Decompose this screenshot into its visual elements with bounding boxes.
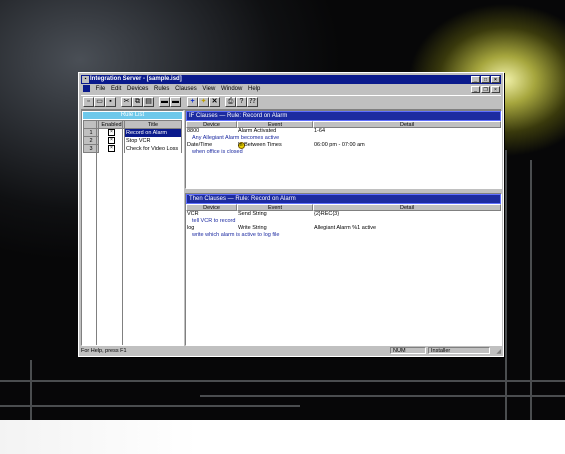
title-bar[interactable]: ▪ Integration Server - [sample.isd] _ □ … <box>81 75 501 84</box>
status-bar: For Help, press F1 NUM Installer ◢ <box>81 347 501 355</box>
star-icon[interactable]: ✦ <box>198 97 209 107</box>
bottom-white-band <box>0 420 565 454</box>
clause-device: VCR <box>187 211 199 217</box>
column-divider <box>96 120 97 345</box>
then-clauses-title: Then Clauses — Rule: Record on Alarm <box>186 194 501 204</box>
resize-grip-icon[interactable]: ◢ <box>496 348 501 356</box>
clause-event: Alarm Activated <box>238 128 277 134</box>
clause-detail: 06:00 pm - 07:00 am <box>314 142 365 148</box>
device-icon[interactable]: ▬ <box>159 97 170 107</box>
menu-file[interactable]: File <box>96 86 106 92</box>
menu-clauses[interactable]: Clauses <box>175 86 197 92</box>
then-clauses-pane: Then Clauses — Rule: Record on Alarm Dev… <box>185 193 502 346</box>
column-divider <box>122 120 123 345</box>
clause-note: when office is closed <box>192 149 243 155</box>
clause-note: tell VCR to record <box>192 218 236 224</box>
enabled-checkbox[interactable]: × <box>108 129 115 137</box>
context-help-icon[interactable]: ⁇ <box>247 97 258 107</box>
menu-devices[interactable]: Devices <box>127 86 148 92</box>
window-title: Integration Server - [sample.isd] <box>90 76 182 82</box>
table-row[interactable]: Date/Time In Between Times 06:00 pm - 07… <box>186 142 501 149</box>
table-row[interactable]: 1 × Record on Alarm <box>83 128 182 137</box>
status-help-text: For Help, press F1 <box>81 348 127 354</box>
circuit-trace <box>200 395 565 397</box>
rule-title[interactable]: Stop VCR <box>124 136 182 145</box>
circuit-trace <box>530 160 532 420</box>
mdi-minimize-button[interactable]: _ <box>471 86 480 93</box>
rule-title[interactable]: Check for Video Loss <box>124 144 182 153</box>
circuit-trace <box>0 380 565 382</box>
rule-icon[interactable]: ▬ <box>170 97 181 107</box>
help-icon[interactable]: ? <box>236 97 247 107</box>
clause-device: log <box>187 225 195 231</box>
paste-icon[interactable]: ▤ <box>143 97 154 107</box>
mdi-restore-button[interactable]: ❐ <box>481 86 490 93</box>
circuit-trace <box>0 405 300 407</box>
save-icon[interactable]: ▪ <box>105 97 116 107</box>
table-row[interactable]: log Write String Allegiant Alarm %1 acti… <box>186 225 501 232</box>
maximize-button[interactable]: □ <box>481 76 490 83</box>
circuit-trace <box>505 150 507 420</box>
app-icon[interactable]: ▪ <box>82 76 89 83</box>
clause-note: Any Allegiant Alarm becomes active <box>192 135 280 141</box>
rule-list-title: Rule List <box>83 112 182 119</box>
if-col-event[interactable]: Event <box>237 121 313 128</box>
menu-view[interactable]: View <box>202 86 215 92</box>
menu-help[interactable]: Help <box>248 86 260 92</box>
menu-window[interactable]: Window <box>221 86 242 92</box>
clause-note: write which alarm is active to log file <box>192 232 280 238</box>
copy-icon[interactable]: ⧉ <box>132 97 143 107</box>
clause-device: 8800 <box>187 128 200 134</box>
rule-list-pane: Rule List Enabled Title 1 × Record on Al… <box>81 110 184 346</box>
menu-edit[interactable]: Edit <box>111 86 121 92</box>
if-col-device[interactable]: Device <box>186 121 237 128</box>
print-icon[interactable]: ⎙ <box>225 97 236 107</box>
clause-event: In Between Times <box>238 142 282 148</box>
clause-event: Send String <box>238 211 267 217</box>
cut-icon[interactable]: ✂ <box>121 97 132 107</box>
rule-col-title[interactable]: Title <box>124 120 182 129</box>
if-clauses-title: IF Clauses — Rule: Record on Alarm <box>186 111 501 121</box>
rule-list-table: Enabled Title 1 × Record on Alarm 2 × St… <box>83 120 182 153</box>
rule-col-enabled[interactable]: Enabled <box>98 120 125 129</box>
rule-title[interactable]: Record on Alarm <box>124 128 182 137</box>
then-col-event[interactable]: Event <box>237 204 313 211</box>
circuit-trace <box>30 360 32 420</box>
menu-rules[interactable]: Rules <box>154 86 169 92</box>
minimize-button[interactable]: _ <box>471 76 480 83</box>
clause-detail: Allegiant Alarm %1 active <box>314 225 377 231</box>
mdi-close-button[interactable]: × <box>491 86 500 93</box>
if-col-detail[interactable]: Detail <box>313 121 501 128</box>
delete-icon[interactable]: ✕ <box>209 97 220 107</box>
table-row[interactable]: 2 × Stop VCR <box>83 136 182 145</box>
app-window: ▪ Integration Server - [sample.isd] _ □ … <box>78 72 504 357</box>
clause-device: Date/Time <box>187 142 213 148</box>
close-button[interactable]: × <box>491 76 500 83</box>
table-row[interactable]: 3 × Check for Video Loss <box>83 144 182 153</box>
enabled-checkbox[interactable]: × <box>108 145 115 152</box>
clause-event: Write String <box>238 225 267 231</box>
status-user: Installer <box>428 347 490 354</box>
new-icon[interactable]: ▫ <box>83 97 94 107</box>
menu-bar: File Edit Devices Rules Clauses View Win… <box>81 85 501 94</box>
clause-detail: 1-64 <box>314 128 326 134</box>
add-icon[interactable]: + <box>187 97 198 107</box>
then-col-detail[interactable]: Detail <box>313 204 501 211</box>
clause-detail: {2}REC{3} <box>314 211 340 217</box>
enabled-checkbox[interactable]: × <box>108 137 115 144</box>
toolbar: ▫ ▭ ▪ ✂ ⧉ ▤ ▬ ▬ + ✦ ✕ ⎙ ? ⁇ <box>81 95 501 110</box>
if-clauses-pane: IF Clauses — Rule: Record on Alarm Devic… <box>185 110 502 189</box>
table-row[interactable]: VCR Send String {2}REC{3} <box>186 211 501 218</box>
table-row[interactable]: 8800 Alarm Activated 1-64 <box>186 128 501 135</box>
open-icon[interactable]: ▭ <box>94 97 105 107</box>
status-num: NUM <box>390 347 426 354</box>
document-icon[interactable] <box>83 85 90 92</box>
then-col-device[interactable]: Device <box>186 204 237 211</box>
